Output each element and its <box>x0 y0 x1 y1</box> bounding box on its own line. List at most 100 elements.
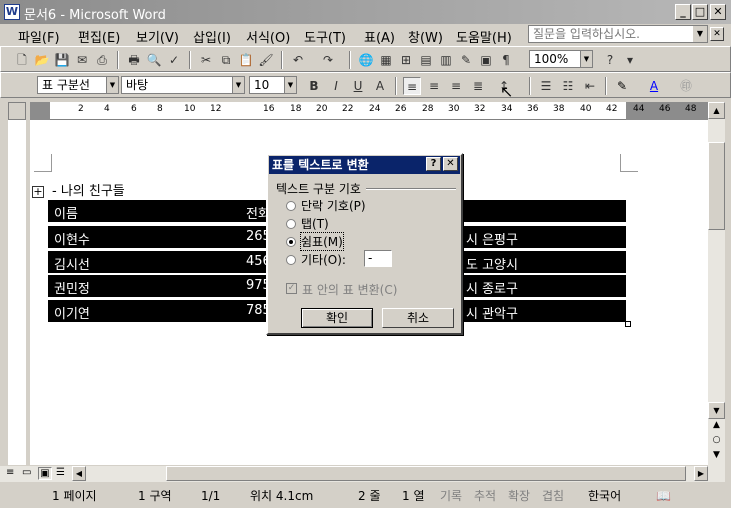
drawing-icon[interactable]: ✎ <box>457 51 475 69</box>
insert-table-icon[interactable]: ⊞ <box>397 51 415 69</box>
italic-icon[interactable]: I <box>327 77 345 95</box>
menu-insert[interactable]: 삽입(I) <box>193 27 231 46</box>
ask-question-box[interactable]: 질문을 입력하십시오. ▼ <box>528 25 708 43</box>
bold-icon[interactable]: B <box>305 77 323 95</box>
print-icon[interactable]: 🖶 <box>125 51 143 69</box>
style-select[interactable]: 표 구분선 ▼ <box>37 76 119 94</box>
cancel-button[interactable]: 취소 <box>382 308 454 328</box>
select-browse-object-icon[interactable]: ○ <box>708 435 725 450</box>
radio-comma-label[interactable]: 쉼표(M) <box>300 232 344 251</box>
outline-view-icon[interactable]: ☰ <box>56 467 65 478</box>
underline-icon[interactable]: U <box>349 77 367 95</box>
document-map-icon[interactable]: ▣ <box>477 51 495 69</box>
columns-icon[interactable]: ▥ <box>437 51 455 69</box>
dialog-title-bar[interactable]: 표를 텍스트로 변환 ? ✕ <box>269 156 460 174</box>
status-overtype[interactable]: 겹침 <box>542 487 564 505</box>
insert-excel-icon[interactable]: ▤ <box>417 51 435 69</box>
align-center-icon[interactable]: ≡ <box>425 77 443 95</box>
radio-tab-label[interactable]: 탭(T) <box>301 215 329 232</box>
menu-edit[interactable]: 편집(E) <box>78 27 120 46</box>
font-size-select[interactable]: 10 ▼ <box>249 76 297 94</box>
menu-format[interactable]: 서식(O) <box>246 27 290 46</box>
align-left-icon[interactable]: ≡ <box>403 77 421 95</box>
spelling-icon[interactable]: ✓ <box>165 51 183 69</box>
print-layout-icon[interactable]: ▣ <box>38 467 52 480</box>
save-icon[interactable]: 💾 <box>53 51 71 69</box>
menu-file[interactable]: 파일(F) <box>18 27 60 46</box>
char-shading-icon[interactable]: A <box>371 77 389 95</box>
maximize-button[interactable]: □ <box>692 4 708 20</box>
numbering-icon[interactable]: ☰ <box>537 77 555 95</box>
vertical-scrollbar[interactable]: ▲ ▼ ▲ ○ ▼ <box>708 102 725 466</box>
scroll-left-icon[interactable]: ◀ <box>72 466 86 481</box>
minimize-button[interactable]: _ <box>675 4 691 20</box>
radio-tab[interactable] <box>286 219 296 229</box>
permission-icon[interactable]: ✉ <box>73 51 91 69</box>
vertical-ruler[interactable] <box>8 120 26 465</box>
decrease-indent-icon[interactable]: ⇤ <box>581 77 599 95</box>
paste-icon[interactable]: 📋 <box>237 51 255 69</box>
font-select[interactable]: 바탕 ▼ <box>121 76 245 94</box>
previous-page-icon[interactable]: ▲ <box>708 420 725 435</box>
tables-borders-icon[interactable]: ▦ <box>377 51 395 69</box>
open-icon[interactable]: 📂 <box>33 51 51 69</box>
radio-paragraph[interactable] <box>286 201 296 211</box>
next-page-icon[interactable]: ▼ <box>708 450 725 465</box>
undo-icon[interactable]: ↶ <box>289 51 307 69</box>
menu-tools[interactable]: 도구(T) <box>304 27 346 46</box>
format-painter-icon[interactable]: 🖌 <box>257 51 275 69</box>
table-move-handle-icon[interactable]: + <box>32 186 44 198</box>
phonetic-guide-icon[interactable]: ㊞ <box>677 77 695 95</box>
help-icon[interactable]: ? <box>601 51 619 69</box>
scroll-up-icon[interactable]: ▲ <box>708 102 725 119</box>
cut-icon[interactable]: ✂ <box>197 51 215 69</box>
radio-other-label[interactable]: 기타(O): <box>301 251 346 268</box>
new-document-icon[interactable]: 🗋 <box>13 51 31 69</box>
scroll-right-icon[interactable]: ▶ <box>694 466 708 481</box>
copy-icon[interactable]: ⧉ <box>217 51 235 69</box>
status-track[interactable]: 추적 <box>474 487 496 505</box>
zoom-select[interactable]: 100% ▼ <box>529 50 593 68</box>
scroll-thumb[interactable] <box>708 142 725 230</box>
horizontal-scrollbar[interactable]: ≡ ▭ ▣ ☰ ◀ ▶ <box>0 466 725 482</box>
menu-table[interactable]: 표(A) <box>364 27 395 46</box>
close-button[interactable]: ✕ <box>710 4 726 20</box>
radio-other[interactable] <box>286 255 296 265</box>
web-view-icon[interactable]: ▭ <box>22 467 31 478</box>
radio-comma[interactable] <box>286 237 296 247</box>
hyperlink-icon[interactable]: 🌐 <box>357 51 375 69</box>
font-color-icon[interactable]: A <box>645 77 663 95</box>
other-separator-input[interactable]: - <box>364 250 392 267</box>
close-icon[interactable]: ✕ <box>443 157 458 171</box>
word-app-icon[interactable]: W <box>4 4 20 20</box>
chevron-down-icon[interactable]: ▼ <box>232 77 244 93</box>
read-icon[interactable]: ▾ <box>621 51 639 69</box>
bullets-icon[interactable]: ☷ <box>559 77 577 95</box>
normal-view-icon[interactable]: ≡ <box>6 467 14 478</box>
chevron-down-icon[interactable]: ▼ <box>580 51 592 67</box>
show-hide-icon[interactable]: ¶ <box>497 51 515 69</box>
help-icon[interactable]: ? <box>426 157 441 171</box>
highlight-icon[interactable]: ✎ <box>613 77 631 95</box>
ok-button[interactable]: 확인 <box>301 308 373 328</box>
status-extend[interactable]: 확장 <box>508 487 530 505</box>
radio-paragraph-label[interactable]: 단락 기호(P) <box>301 197 366 214</box>
chevron-down-icon[interactable]: ▼ <box>284 77 296 93</box>
h-scroll-thumb[interactable] <box>166 466 686 481</box>
chevron-down-icon[interactable]: ▼ <box>693 26 707 42</box>
menu-help[interactable]: 도움말(H) <box>456 27 512 46</box>
print-preview-icon[interactable]: 🔍 <box>145 51 163 69</box>
status-record[interactable]: 기록 <box>440 487 462 505</box>
close-document-button[interactable]: ✕ <box>710 27 724 41</box>
justify-icon[interactable]: ≣ <box>469 77 487 95</box>
menu-window[interactable]: 창(W) <box>408 27 443 46</box>
horizontal-ruler[interactable]: 2 4 6 8 10 12 16 18 20 22 24 26 28 30 32 34 36 38 40 42 44 46… <box>30 102 708 120</box>
menu-view[interactable]: 보기(V) <box>136 27 179 46</box>
email-icon[interactable]: ⎙ <box>93 51 111 69</box>
tab-selector[interactable] <box>8 102 26 120</box>
redo-icon[interactable]: ↷ <box>319 51 337 69</box>
spelling-status-icon[interactable]: 📖 <box>656 487 671 505</box>
chevron-down-icon[interactable]: ▼ <box>106 77 118 93</box>
align-right-icon[interactable]: ≡ <box>447 77 465 95</box>
scroll-down-icon[interactable]: ▼ <box>708 402 725 419</box>
